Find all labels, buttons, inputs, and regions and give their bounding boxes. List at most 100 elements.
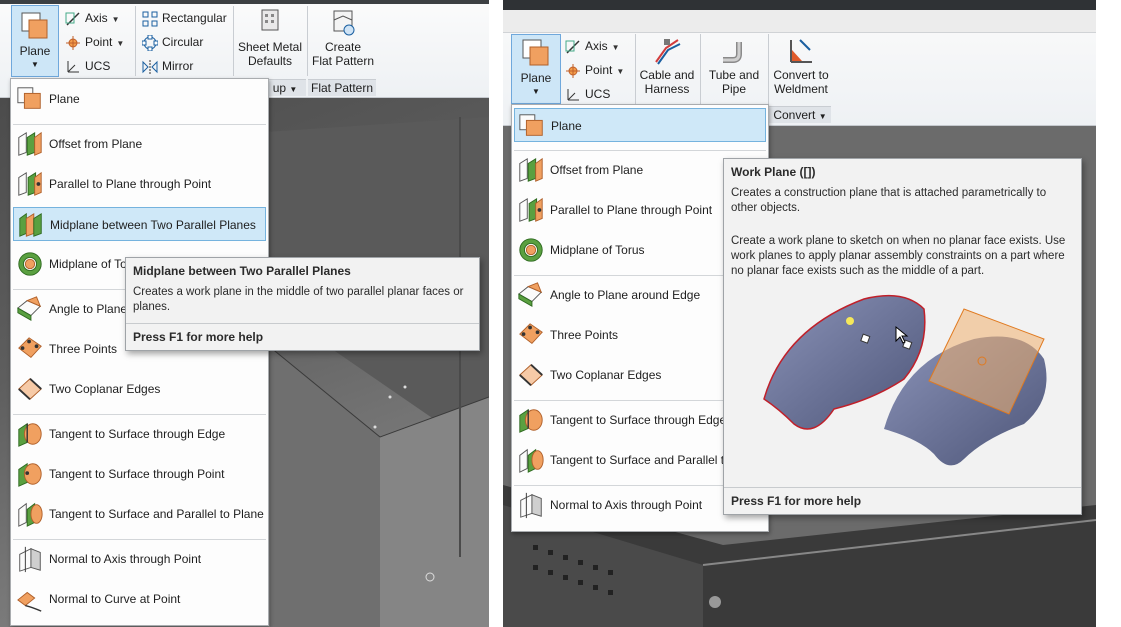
menu-item-normal-to-axis-through-point[interactable]: Normal to Axis through Point xyxy=(13,542,266,576)
ucs-button[interactable]: UCS xyxy=(565,84,610,104)
work-plane-illustration xyxy=(763,294,1047,466)
point-button[interactable]: Point ▼ xyxy=(565,60,624,80)
cable-label-2: Harness xyxy=(644,82,690,96)
offset-plane-icon xyxy=(519,157,543,182)
coplanar-edges-icon xyxy=(519,364,543,386)
ucs-button[interactable]: UCS xyxy=(65,56,110,76)
menu-item-normal-to-curve-at-point[interactable]: Normal to Curve at Point xyxy=(13,582,266,616)
tangent-point-icon xyxy=(18,462,42,487)
rectangular-pattern-icon xyxy=(142,11,158,27)
convert-group-label: Convert xyxy=(773,108,816,122)
axis-icon xyxy=(65,12,80,26)
menu-item-label: Tangent to Surface through Point xyxy=(49,467,225,481)
weldment-icon xyxy=(790,39,812,63)
mirror-button[interactable]: Mirror xyxy=(142,56,193,76)
menu-item-label: Parallel to Plane through Point xyxy=(49,177,212,191)
mirror-label: Mirror xyxy=(162,59,194,73)
ribbon-divider xyxy=(635,34,636,104)
create-flat-pattern-button[interactable]: Create Flat Pattern xyxy=(310,8,376,74)
menu-item-label: Plane xyxy=(551,119,582,133)
menu-item-tangent-to-surface-and-parallel-to-plane[interactable]: Tangent to Surface and Parallel to Plane xyxy=(13,497,266,531)
ucs-icon xyxy=(67,60,79,73)
menu-item-midplane-between-two-parallel-planes[interactable]: Midplane between Two Parallel Planes xyxy=(13,207,266,241)
point-icon xyxy=(566,63,580,78)
menu-item-label: Two Coplanar Edges xyxy=(49,382,161,396)
right-screenshot: Plane ▼ Axis ▼ Point ▼ UCS Cable and Harne… xyxy=(503,0,1096,627)
coplanar-edges-icon xyxy=(18,378,42,400)
menu-item-label: Tangent to Surface and Parallel to xyxy=(550,453,731,467)
convert-weldment-button[interactable]: Convert to Weldment xyxy=(770,36,832,102)
plane-button[interactable]: Plane ▼ xyxy=(11,5,59,77)
menu-item-two-coplanar-edges[interactable]: Two Coplanar Edges xyxy=(13,372,266,406)
point-icon xyxy=(66,35,80,50)
menu-item-plane[interactable]: Plane xyxy=(13,82,266,116)
menu-item-label: Tangent to Surface through Edge xyxy=(49,427,226,441)
menu-item-label: Tangent to Surface and Parallel to Plane xyxy=(49,507,264,521)
flat-pattern-group-label: Flat Pattern xyxy=(310,81,374,95)
point-label: Point xyxy=(85,35,113,49)
point-button[interactable]: Point ▼ xyxy=(65,32,124,52)
tube-label-2: Pipe xyxy=(721,82,747,96)
title-strip xyxy=(0,0,489,4)
midplane-icon xyxy=(19,212,42,237)
sheet-metal-label-2: Defaults xyxy=(247,54,293,68)
ribbon-divider xyxy=(700,34,701,104)
axis-label: Axis xyxy=(85,11,108,25)
rectangular-label: Rectangular xyxy=(162,11,227,25)
group-label-partial[interactable]: up ▼ xyxy=(264,79,306,96)
tooltip-help-hint: Press F1 for more help xyxy=(126,323,479,350)
sheet-metal-label-1: Sheet Metal xyxy=(237,40,303,54)
plane-icon xyxy=(522,39,549,66)
menu-item-label: Offset from Plane xyxy=(550,163,644,177)
ribbon-divider xyxy=(135,6,136,76)
ucs-label: UCS xyxy=(585,87,611,101)
menu-item-label: Parallel to Plane through Point xyxy=(550,203,713,217)
menu-item-label: Three Points xyxy=(550,328,619,342)
circular-label: Circular xyxy=(162,35,204,49)
sheet-metal-defaults-icon xyxy=(261,9,279,31)
ribbon-divider xyxy=(233,6,234,76)
rectangular-pattern-button[interactable]: Rectangular xyxy=(142,8,227,28)
point-label: Point xyxy=(585,63,613,77)
cable-harness-button[interactable]: Cable and Harness xyxy=(637,36,697,102)
menu-item-tangent-to-surface-through-edge[interactable]: Tangent to Surface through Edge xyxy=(13,417,266,451)
chevron-down-icon: ▼ xyxy=(31,60,39,69)
plane-icon xyxy=(519,114,543,136)
tooltip-description: Creates a work plane in the middle of tw… xyxy=(133,286,464,313)
flat-pattern-label-1: Create xyxy=(324,40,362,54)
menu-item-label: Normal to Axis through Point xyxy=(550,498,703,512)
menu-item-label: Two Coplanar Edges xyxy=(550,368,662,382)
plane-icon xyxy=(17,87,41,109)
menu-item-tangent-to-surface-through-point[interactable]: Tangent to Surface through Point xyxy=(13,457,266,491)
menu-item-offset-from-plane[interactable]: Offset from Plane xyxy=(13,127,266,161)
tab-strip xyxy=(503,10,1096,33)
axis-icon xyxy=(565,40,580,54)
tooltip-title: Work Plane ([]) xyxy=(731,165,816,179)
command-tooltip: Midplane between Two Parallel Planes Cre… xyxy=(125,257,480,351)
menu-item-label: Midplane of Torus xyxy=(550,243,645,257)
menu-item-label: Plane xyxy=(49,92,80,106)
axis-button[interactable]: Axis ▼ xyxy=(65,8,120,28)
tooltip-description: Creates a construction plane that is att… xyxy=(731,187,1047,214)
axis-button[interactable]: Axis ▼ xyxy=(565,36,620,56)
group-label-convert[interactable]: Convert ▼ xyxy=(769,106,831,123)
menu-item-label: Angle to Plane around Edge xyxy=(550,288,701,302)
plane-button[interactable]: Plane ▼ xyxy=(511,34,561,104)
tube-pipe-button[interactable]: Tube and Pipe xyxy=(703,36,765,102)
tooltip-help-hint: Press F1 for more help xyxy=(724,487,1081,514)
offset-plane-icon xyxy=(18,131,42,156)
menu-item-parallel-to-plane-through-point[interactable]: Parallel to Plane through Point xyxy=(13,167,266,201)
menu-separator xyxy=(13,538,266,540)
flat-pattern-label-2: Flat Pattern xyxy=(311,54,375,68)
sheet-metal-defaults-button[interactable]: Sheet Metal Defaults xyxy=(236,8,304,74)
circular-pattern-icon xyxy=(141,34,159,52)
chevron-down-icon: ▼ xyxy=(532,87,540,96)
menu-item-label: Midplane between Two Parallel Planes xyxy=(50,218,256,232)
normal-axis-icon xyxy=(520,492,542,519)
tangent-edge-icon xyxy=(18,422,42,447)
menu-item-plane[interactable]: Plane xyxy=(514,108,766,142)
plane-button-label: Plane xyxy=(520,71,552,85)
tube-pipe-icon xyxy=(723,42,742,63)
circular-pattern-button[interactable]: Circular xyxy=(141,32,204,52)
menu-item-label: Normal to Curve at Point xyxy=(49,592,181,606)
